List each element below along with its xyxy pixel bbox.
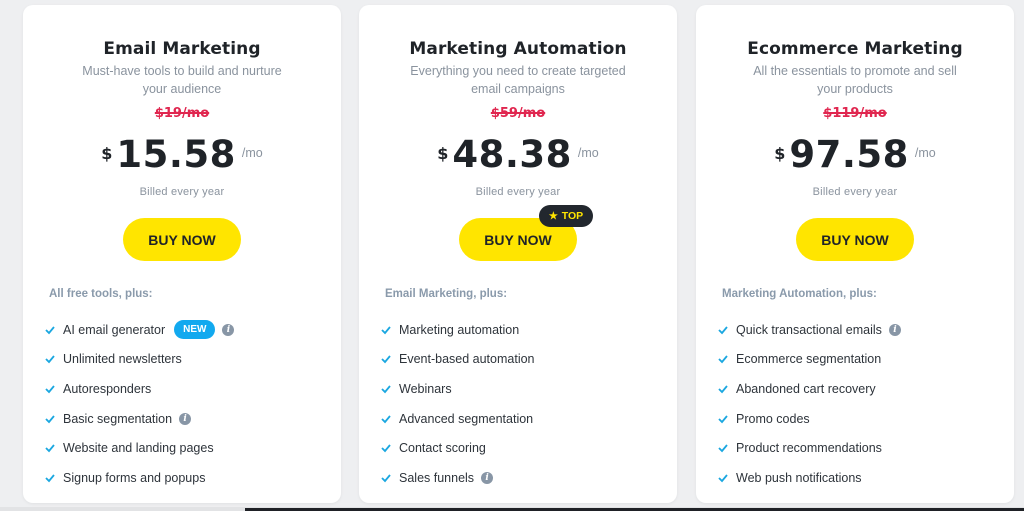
info-icon[interactable]: i xyxy=(179,412,192,425)
check-icon xyxy=(45,355,55,364)
check-icon xyxy=(718,415,728,423)
feature-item: Quick transactional emails i xyxy=(718,315,901,345)
plan-old-price: $59/mo xyxy=(490,106,546,121)
plan-subtitle: Must-have tools to build and nurture you… xyxy=(82,64,282,96)
feature-label: Sales funnels xyxy=(399,470,475,485)
check-icon xyxy=(381,355,391,364)
price-period: /mo xyxy=(241,146,263,160)
feature-item: Signup forms and popups xyxy=(45,463,234,493)
feature-label: Ecommerce segmentation xyxy=(736,352,882,367)
price-period: /mo xyxy=(577,146,599,160)
check-icon xyxy=(718,326,728,335)
feature-item: Promo codes xyxy=(718,404,901,434)
check-icon xyxy=(381,326,391,335)
plan-card-marketing-automation: Marketing Automation Everything you need… xyxy=(359,5,677,503)
feature-item: AI email generator NEW i xyxy=(45,315,235,345)
feature-label: Website and landing pages xyxy=(63,441,214,456)
feature-item: Contact scoring xyxy=(381,433,535,463)
star-icon: ★ xyxy=(548,210,558,222)
price-amount: 97.58 xyxy=(789,133,909,176)
info-icon[interactable]: i xyxy=(481,471,494,484)
price-currency: $ xyxy=(774,144,786,163)
feature-label: Product recommendations xyxy=(736,441,882,456)
feature-item: Advanced segmentation xyxy=(381,404,535,434)
new-badge: NEW xyxy=(174,320,216,340)
feature-item: Abandoned cart recovery xyxy=(718,374,901,404)
feature-item: Ecommerce segmentation xyxy=(718,345,901,375)
plan-price: $48.38/mo xyxy=(359,133,677,176)
info-icon[interactable]: i xyxy=(888,323,901,336)
plan-old-price: $119/mo xyxy=(823,106,887,121)
feature-label: Marketing automation xyxy=(399,322,520,337)
plan-card-email-marketing: Email Marketing Must-have tools to build… xyxy=(23,5,341,503)
price-amount: 15.58 xyxy=(116,133,236,176)
check-icon xyxy=(45,385,55,394)
check-icon xyxy=(718,385,728,394)
feature-label: Web push notifications xyxy=(736,470,862,485)
bottom-edge xyxy=(0,507,1024,511)
feature-label: AI email generator xyxy=(63,322,166,337)
feature-item: Event-based automation xyxy=(381,345,535,375)
features-heading: Marketing Automation, plus: xyxy=(722,288,877,300)
feature-list: Marketing automation Event-based automat… xyxy=(381,315,535,493)
check-icon xyxy=(45,415,55,423)
billing-note: Billed every year xyxy=(812,186,898,198)
top-badge: ★ TOP xyxy=(539,205,593,227)
feature-item: Product recommendations xyxy=(718,433,901,463)
check-icon xyxy=(381,385,391,394)
check-icon xyxy=(45,444,55,453)
plan-title: Email Marketing xyxy=(103,39,261,59)
plan-subtitle: All the essentials to promote and sell y… xyxy=(753,64,957,96)
plan-title: Marketing Automation xyxy=(409,39,627,59)
feature-label: Webinars xyxy=(399,381,452,396)
feature-label: Signup forms and popups xyxy=(63,470,206,485)
feature-label: Abandoned cart recovery xyxy=(736,381,876,396)
feature-label: Contact scoring xyxy=(399,441,486,456)
plan-subtitle: Everything you need to create targeted e… xyxy=(410,64,626,96)
check-icon xyxy=(381,474,391,483)
feature-item: Web push notifications xyxy=(718,463,901,493)
billing-note: Billed every year xyxy=(475,186,561,198)
feature-item: Sales funnels i xyxy=(381,463,535,493)
check-icon xyxy=(718,355,728,364)
feature-item: Unlimited newsletters xyxy=(45,345,234,375)
features-heading: All free tools, plus: xyxy=(49,288,153,300)
feature-list: AI email generator NEW i Unlimited newsl… xyxy=(45,315,235,493)
feature-label: Event-based automation xyxy=(399,352,535,367)
plan-title: Ecommerce Marketing xyxy=(747,39,963,59)
feature-item: Basic segmentation i xyxy=(45,404,234,434)
features-heading: Email Marketing, plus: xyxy=(385,288,508,300)
feature-label: Unlimited newsletters xyxy=(63,352,182,367)
feature-label: Quick transactional emails xyxy=(736,322,882,337)
price-currency: $ xyxy=(437,144,449,163)
plan-card-ecommerce-marketing: Ecommerce Marketing All the essentials t… xyxy=(696,5,1014,503)
check-icon xyxy=(381,415,391,423)
check-icon xyxy=(718,474,728,483)
price-period: /mo xyxy=(914,146,936,160)
feature-item: Website and landing pages xyxy=(45,433,234,463)
feature-item: Marketing automation xyxy=(381,315,535,345)
top-badge-label: TOP xyxy=(561,210,584,222)
plan-old-price: $19/mo xyxy=(154,106,210,121)
feature-label: Basic segmentation xyxy=(63,411,173,426)
pricing-cards: Email Marketing Must-have tools to build… xyxy=(0,0,1024,507)
price-amount: 48.38 xyxy=(452,133,572,176)
feature-label: Autoresponders xyxy=(63,381,152,396)
plan-price: $15.58/mo xyxy=(23,133,341,176)
info-icon[interactable]: i xyxy=(222,323,235,336)
plan-price: $97.58/mo xyxy=(696,133,1014,176)
feature-item: Autoresponders xyxy=(45,374,234,404)
check-icon xyxy=(381,444,391,453)
price-currency: $ xyxy=(101,144,113,163)
check-icon xyxy=(718,444,728,453)
feature-list: Quick transactional emails i Ecommerce s… xyxy=(718,315,901,493)
check-icon xyxy=(45,474,55,483)
check-icon xyxy=(45,326,55,335)
buy-now-button[interactable]: BUY NOW xyxy=(796,218,914,261)
buy-now-button[interactable]: BUY NOW xyxy=(123,218,241,261)
feature-item: Webinars xyxy=(381,374,535,404)
feature-label: Promo codes xyxy=(736,411,810,426)
billing-note: Billed every year xyxy=(139,186,225,198)
feature-label: Advanced segmentation xyxy=(399,411,534,426)
